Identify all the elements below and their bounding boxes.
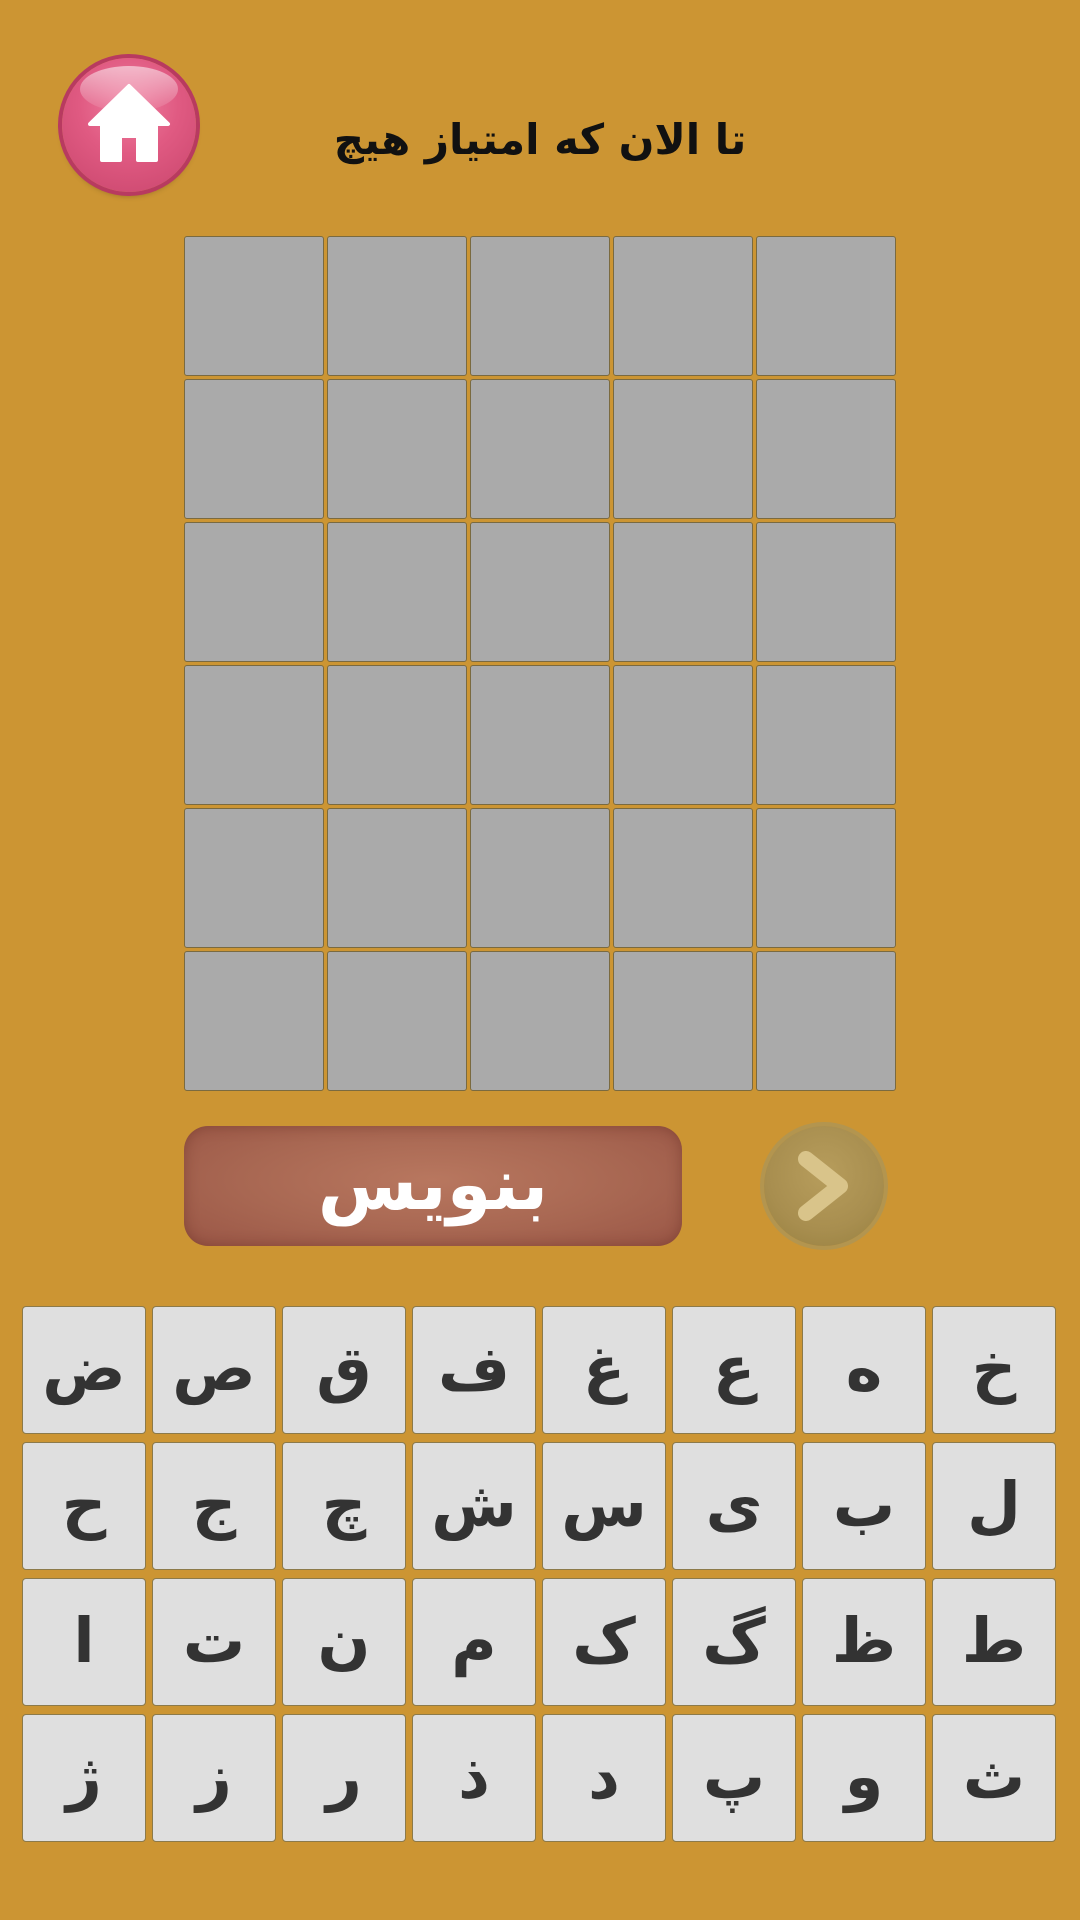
letter-key[interactable]: ت <box>152 1578 276 1706</box>
board-cell <box>756 236 896 376</box>
board-cell <box>184 522 324 662</box>
word-board <box>184 236 896 1091</box>
letter-key[interactable]: پ <box>672 1714 796 1842</box>
submit-button[interactable]: بنویس <box>184 1126 682 1246</box>
board-cell <box>470 951 610 1091</box>
letter-key[interactable]: ذ <box>412 1714 536 1842</box>
board-cell <box>184 665 324 805</box>
board-cell <box>613 236 753 376</box>
board-cell <box>184 236 324 376</box>
board-cell <box>470 379 610 519</box>
home-icon <box>88 84 170 162</box>
letter-key[interactable]: ر <box>282 1714 406 1842</box>
board-cell <box>470 808 610 948</box>
letter-key[interactable]: ک <box>542 1578 666 1706</box>
letter-key[interactable]: غ <box>542 1306 666 1434</box>
letter-key[interactable]: ف <box>412 1306 536 1434</box>
letter-key[interactable]: ش <box>412 1442 536 1570</box>
board-cell <box>613 665 753 805</box>
board-cell <box>756 808 896 948</box>
board-cell <box>470 665 610 805</box>
home-button[interactable] <box>62 58 196 192</box>
letter-key[interactable]: ض <box>22 1306 146 1434</box>
letter-key[interactable]: خ <box>932 1306 1056 1434</box>
letter-key[interactable]: د <box>542 1714 666 1842</box>
letter-key[interactable]: ظ <box>802 1578 926 1706</box>
letter-key[interactable]: ب <box>802 1442 926 1570</box>
letter-key[interactable]: ع <box>672 1306 796 1434</box>
board-cell <box>184 951 324 1091</box>
letter-key[interactable]: ه <box>802 1306 926 1434</box>
board-cell <box>613 379 753 519</box>
board-cell <box>470 236 610 376</box>
board-cell <box>756 951 896 1091</box>
board-cell <box>327 379 467 519</box>
board-cell <box>756 379 896 519</box>
letter-key[interactable]: ی <box>672 1442 796 1570</box>
board-cell <box>470 522 610 662</box>
board-cell <box>327 951 467 1091</box>
board-cell <box>327 665 467 805</box>
board-cell <box>327 808 467 948</box>
letter-key[interactable]: ق <box>282 1306 406 1434</box>
board-cell <box>184 808 324 948</box>
letter-key[interactable]: م <box>412 1578 536 1706</box>
letter-key[interactable]: ن <box>282 1578 406 1706</box>
letter-key[interactable]: گ <box>672 1578 796 1706</box>
next-button[interactable] <box>764 1126 884 1246</box>
board-cell <box>184 379 324 519</box>
letter-key[interactable]: ز <box>152 1714 276 1842</box>
letter-key[interactable]: س <box>542 1442 666 1570</box>
letter-key[interactable]: ط <box>932 1578 1056 1706</box>
board-cell <box>756 522 896 662</box>
letter-key[interactable]: ا <box>22 1578 146 1706</box>
letter-key[interactable]: ل <box>932 1442 1056 1570</box>
score-title: تا الان که امتیاز هیچ <box>333 115 747 164</box>
letter-key[interactable]: ث <box>932 1714 1056 1842</box>
letter-key[interactable]: و <box>802 1714 926 1842</box>
chevron-right-icon <box>798 1151 848 1221</box>
letter-key[interactable]: ج <box>152 1442 276 1570</box>
board-cell <box>327 522 467 662</box>
board-cell <box>613 951 753 1091</box>
board-cell <box>613 808 753 948</box>
board-cell <box>613 522 753 662</box>
letter-keyboard: خهعغفقصض لبیسشچجح طظگکمنتا ثوپدذرزژ <box>22 1306 1056 1842</box>
letter-key[interactable]: ص <box>152 1306 276 1434</box>
letter-key[interactable]: ژ <box>22 1714 146 1842</box>
letter-key[interactable]: چ <box>282 1442 406 1570</box>
board-cell <box>327 236 467 376</box>
letter-key[interactable]: ح <box>22 1442 146 1570</box>
board-cell <box>756 665 896 805</box>
